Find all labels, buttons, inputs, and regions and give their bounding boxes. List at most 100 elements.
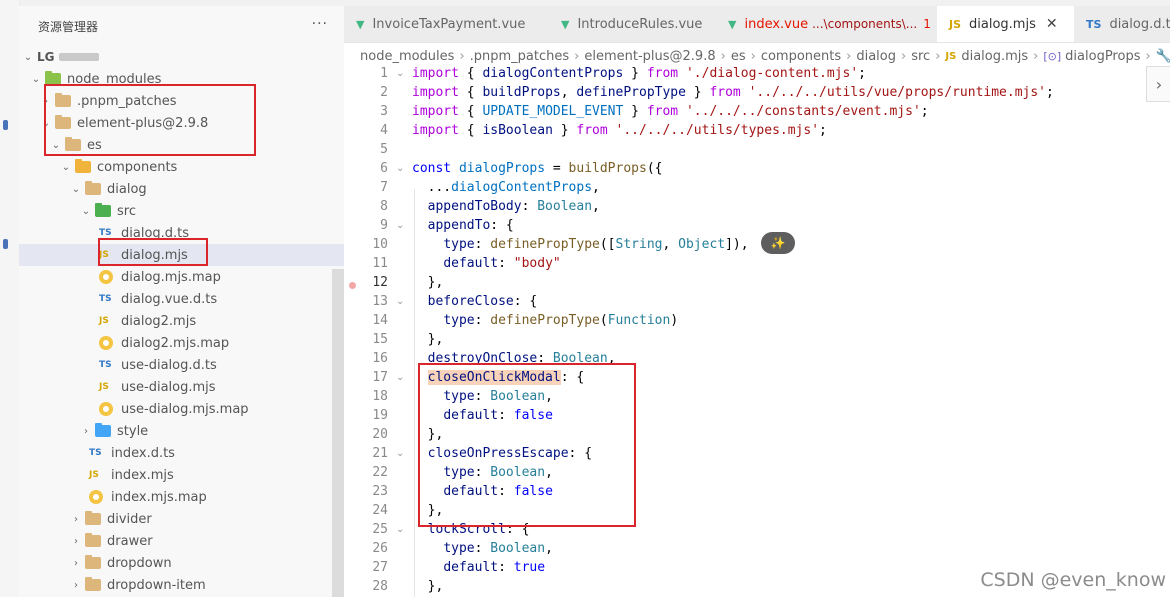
annotation-box-code	[418, 363, 636, 527]
activity-indicator	[3, 239, 8, 249]
fold-chevron-icon[interactable]: ⌄	[396, 220, 404, 231]
fold-chevron-icon[interactable]: ⌄	[396, 68, 404, 79]
tree-item[interactable]: › divider	[19, 508, 344, 530]
tree-item-label: index.mjs.map	[111, 489, 207, 505]
line-number: 26	[372, 541, 388, 556]
tree-item-label: src	[117, 203, 136, 219]
js-file-icon: JS	[99, 316, 109, 326]
code-line: appendToBody: Boolean,	[427, 199, 600, 214]
breadcrumb-item[interactable]: components	[761, 49, 841, 64]
tree-item[interactable]: ⌄ dialog	[19, 178, 344, 200]
folder-icon	[85, 533, 101, 547]
tree-item-label: dropdown	[107, 555, 172, 571]
code-line: default: "body"	[443, 256, 561, 271]
breadcrumb-item[interactable]: src	[911, 49, 930, 64]
tree-item[interactable]: JS dialog2.mjs	[19, 310, 344, 332]
tree-item[interactable]: dialog.mjs.map	[19, 266, 344, 288]
fold-chevron-icon[interactable]: ⌄	[396, 372, 404, 383]
breadcrumb-item[interactable]: node_modules	[360, 49, 454, 64]
chevron-right-icon[interactable]: ›	[69, 536, 83, 547]
tree-item[interactable]: TS dialog.vue.d.ts	[19, 288, 344, 310]
symbol-variable-icon: [⊙]	[1043, 49, 1062, 63]
tree-item[interactable]: index.mjs.map	[19, 486, 344, 508]
ts-file-icon: TS	[1086, 17, 1102, 31]
tree-item[interactable]: ⌄ src	[19, 200, 344, 222]
line-number: 23	[372, 484, 388, 499]
breadcrumb-item[interactable]: dialog	[856, 49, 896, 64]
tab-label: dialog.mjs	[969, 16, 1036, 32]
js-file-icon: JS	[949, 17, 962, 31]
tree-item-label: dialog2.mjs	[121, 313, 197, 329]
ai-assist-icon[interactable]: ✨	[761, 232, 795, 254]
breadcrumb-item[interactable]: dialogProps	[1065, 49, 1140, 64]
folder-icon	[95, 423, 111, 437]
ts-file-icon: TS	[89, 448, 102, 458]
tree-item[interactable]: › style	[19, 420, 344, 442]
tab-dialog-mjs[interactable]: JS dialog.mjs ✕	[937, 6, 1086, 42]
breadcrumb-item[interactable]: es	[731, 49, 746, 64]
folder-icon	[95, 203, 111, 217]
line-number: 28	[372, 579, 388, 594]
breadcrumb-item[interactable]: dialog.mjs	[961, 49, 1028, 64]
tab-dialog-d-ts[interactable]: TS dialog.d.ts	[1074, 6, 1170, 42]
line-number: 16	[372, 351, 388, 366]
line-number: 20	[372, 427, 388, 442]
fold-chevron-icon[interactable]: ⌄	[396, 448, 404, 459]
tree-item[interactable]: TS use-dialog.d.ts	[19, 354, 344, 376]
code-line: },	[412, 275, 444, 290]
code-line: import { UPDATE_MODEL_EVENT } from '../.…	[412, 104, 929, 119]
line-number: 18	[372, 389, 388, 404]
chevron-down-icon[interactable]: ⌄	[79, 206, 93, 217]
code-line: },	[412, 332, 444, 347]
chevron-right-icon: ›	[935, 48, 941, 64]
source-map-icon	[99, 336, 113, 350]
vue-file-icon: ▼	[561, 17, 570, 31]
tab-index-vue[interactable]: ▼ index.vue ...\components\... 1	[716, 6, 949, 42]
tree-item[interactable]: TS index.d.ts	[19, 442, 344, 464]
chevron-right-icon: ›	[459, 48, 465, 64]
tree-item[interactable]: › dropdown	[19, 552, 344, 574]
ts-file-icon: TS	[99, 228, 112, 238]
tree-item[interactable]: dialog2.mjs.map	[19, 332, 344, 354]
close-icon[interactable]: ✕	[1046, 16, 1058, 32]
chevron-down-icon[interactable]: ⌄	[29, 74, 43, 85]
chevron-right-icon[interactable]: ›	[69, 514, 83, 525]
chevron-right-icon[interactable]: ›	[69, 558, 83, 569]
chevron-right-icon: ›	[750, 48, 756, 64]
breadcrumb-item[interactable]: element-plus@2.9.8	[584, 49, 715, 64]
fold-chevron-icon[interactable]: ⌄	[396, 163, 404, 174]
code-line: const dialogProps = buildProps({	[412, 161, 663, 176]
tree-item[interactable]: › dropdown-item	[19, 574, 344, 596]
tree-item[interactable]: › drawer	[19, 530, 344, 552]
line-number: 22	[372, 465, 388, 480]
more-actions-icon[interactable]: ···	[312, 16, 328, 32]
code-line: },	[412, 579, 444, 594]
line-number: 17	[372, 370, 388, 385]
chevron-right-icon: ›	[574, 48, 580, 64]
tree-item[interactable]: JS index.mjs	[19, 464, 344, 486]
annotation-box-folders	[44, 84, 256, 156]
chevron-right-icon[interactable]: ›	[79, 426, 93, 437]
explorer-title: 资源管理器	[38, 19, 99, 34]
breakpoint-dot[interactable]	[349, 282, 356, 289]
chevron-right-icon[interactable]: ›	[69, 580, 83, 591]
breadcrumb-item[interactable]: .pnpm_patches	[470, 49, 570, 64]
editor-tab-bar: ▼ InvoiceTaxPayment.vue ▼ IntroduceRules…	[344, 6, 1170, 43]
line-number: 1	[380, 66, 388, 81]
tab-invoice-tax-payment[interactable]: ▼ InvoiceTaxPayment.vue	[344, 6, 561, 42]
sidebar-scrollbar[interactable]	[332, 269, 344, 597]
source-map-icon	[99, 270, 113, 284]
tab-label: index.vue	[744, 16, 809, 32]
fold-chevron-icon[interactable]: ⌄	[396, 524, 404, 535]
chevron-down-icon[interactable]: ⌄	[69, 184, 83, 195]
tree-item[interactable]: ⌄ components	[19, 156, 344, 178]
tree-item[interactable]: use-dialog.mjs.map	[19, 398, 344, 420]
tab-label: IntroduceRules.vue	[577, 16, 703, 32]
workspace-root[interactable]: ⌄ LG	[19, 46, 344, 68]
ts-file-icon: TS	[99, 360, 112, 370]
chevron-down-icon[interactable]: ⌄	[59, 162, 73, 173]
tree-item[interactable]: JS use-dialog.mjs	[19, 376, 344, 398]
tab-label: dialog.d.ts	[1109, 16, 1170, 32]
fold-chevron-icon[interactable]: ⌄	[396, 296, 404, 307]
tab-introduce-rules[interactable]: ▼ IntroduceRules.vue	[549, 6, 728, 42]
